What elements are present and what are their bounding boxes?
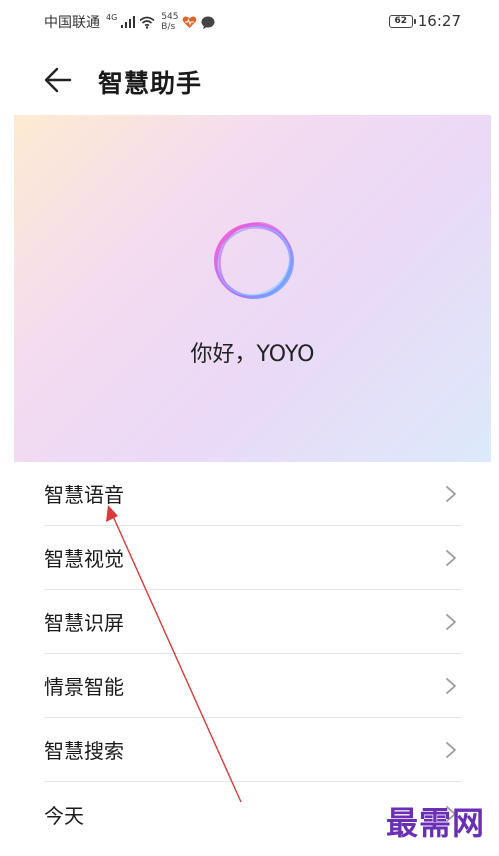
greeting-text: 你好，YOYO [190, 342, 315, 367]
chevron-right-icon [446, 549, 456, 566]
menu-item-label: 智慧语音 [44, 483, 124, 507]
menu-item-smart-screen-recognition[interactable]: 智慧识屏 [44, 590, 461, 654]
speed-value: 545 [161, 12, 179, 22]
chevron-right-icon [446, 485, 456, 502]
hero-banner: 你好，YOYO [14, 115, 491, 462]
wifi-icon [139, 16, 155, 29]
battery-icon: 62 [388, 14, 416, 28]
settings-menu-list: 智慧语音 智慧视觉 智慧识屏 情景智能 智慧搜索 今天 [44, 462, 461, 846]
speed-unit: B/s [161, 22, 176, 32]
chevron-right-icon [446, 741, 456, 758]
health-heart-icon [182, 16, 197, 29]
page-title: 智慧助手 [98, 69, 203, 98]
chevron-right-icon [446, 677, 456, 694]
menu-item-smart-search[interactable]: 智慧搜索 [44, 718, 461, 782]
menu-item-label: 今天 [44, 803, 84, 828]
carrier-label: 中国联通 [44, 15, 100, 31]
back-button[interactable] [40, 62, 80, 98]
menu-item-smart-vision[interactable]: 智慧视觉 [44, 526, 461, 590]
menu-item-label: 智慧识屏 [44, 611, 124, 635]
status-left: 中国联通 4G 545 B/s [44, 12, 215, 32]
watermark-logo: 最需网 [385, 804, 485, 842]
assistant-ring-icon[interactable] [206, 213, 302, 309]
network-speed: 545 B/s [161, 12, 178, 32]
menu-item-label: 智慧搜索 [44, 739, 124, 763]
network-type: 4G [106, 12, 118, 22]
clock: 16:27 [417, 12, 461, 30]
menu-item-scene-intelligence[interactable]: 情景智能 [44, 654, 461, 718]
menu-item-smart-voice[interactable]: 智慧语音 [44, 462, 461, 526]
signal-icon [121, 16, 136, 28]
menu-item-label: 智慧视觉 [44, 547, 124, 571]
message-icon [201, 16, 215, 29]
arrow-left-icon [44, 67, 72, 93]
status-right: 62 16:27 [388, 12, 461, 30]
title-bar: 智慧助手 [0, 52, 499, 108]
menu-item-label: 情景智能 [44, 675, 124, 699]
status-bar: 中国联通 4G 545 B/s 62 16:27 [0, 0, 499, 44]
chevron-right-icon [446, 613, 456, 630]
